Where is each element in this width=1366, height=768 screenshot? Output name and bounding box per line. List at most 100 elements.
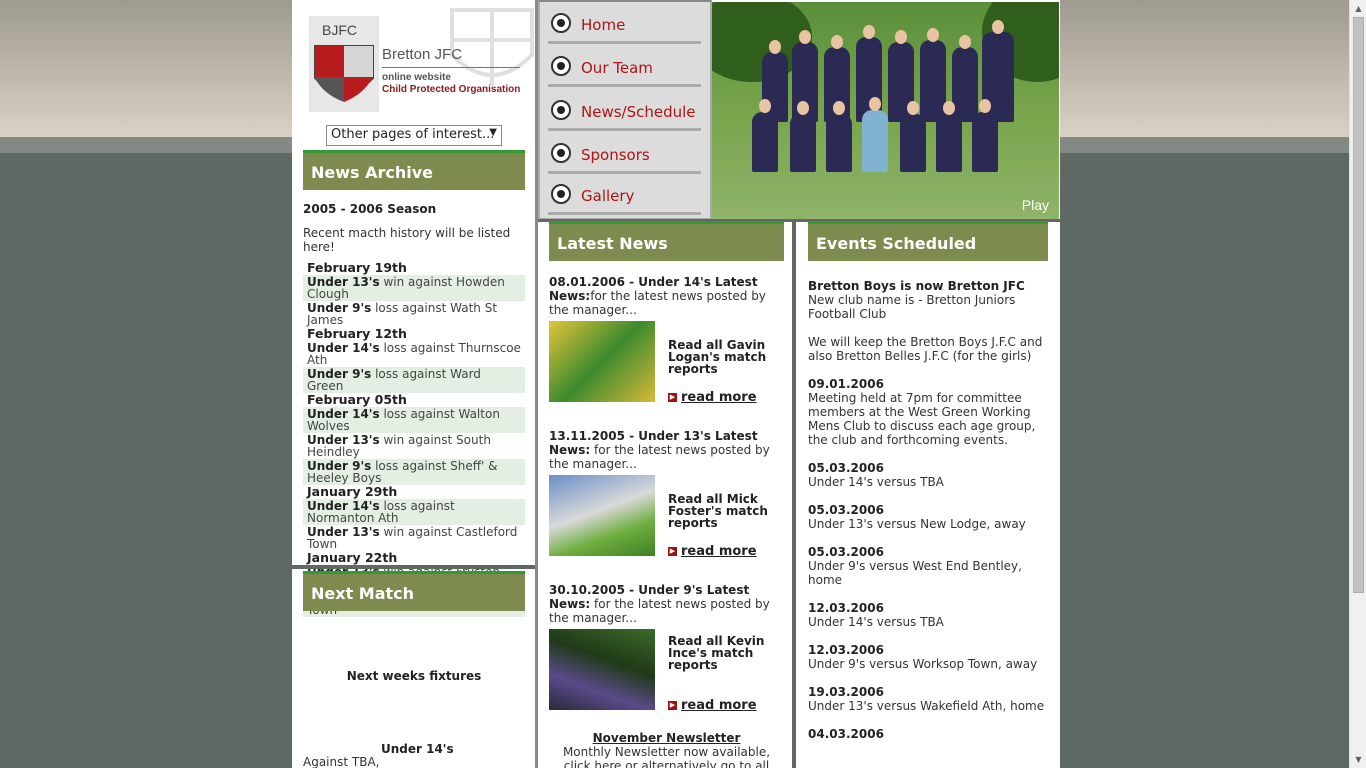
- event-text: Under 9's versus West End Bentley, home: [808, 559, 1022, 587]
- football-icon: [551, 184, 571, 204]
- news-summary: 08.01.2006 - Under 14's Latest News:for …: [549, 275, 784, 317]
- event-item: Bretton Boys is now Bretton JFC New club …: [808, 279, 1052, 363]
- nav-item-label: News/Schedule: [581, 103, 696, 121]
- nav-item-our-team[interactable]: Our Team: [548, 47, 701, 87]
- archive-date: February 05th: [307, 392, 407, 407]
- news-thumbnail-fans[interactable]: [549, 321, 655, 402]
- archive-season: 2005 - 2006 Season: [303, 202, 437, 216]
- photo-player: [752, 112, 778, 172]
- logo-divider: [382, 67, 520, 68]
- main-navigation: Home Our Team News/Schedule Sponsors Gal…: [538, 0, 712, 220]
- scrollbar-thumb[interactable]: [1353, 17, 1364, 593]
- vertical-scrollbar[interactable]: ▲ ▼: [1349, 0, 1366, 768]
- events-list: Bretton Boys is now Bretton JFC New club …: [808, 279, 1052, 755]
- nav-item-label: Gallery: [581, 187, 635, 205]
- nav-item-gallery[interactable]: Gallery: [548, 175, 701, 215]
- nav-item-sponsors[interactable]: Sponsors: [548, 134, 701, 174]
- logo-subtitle: online website: [382, 72, 451, 83]
- archive-result: Under 13's win against Howden Clough: [303, 275, 525, 301]
- arrow-right-icon: ▶: [668, 547, 677, 556]
- archive-result: Under 14's loss against Thurnscoe Ath: [303, 341, 525, 367]
- event-item: 09.01.2006 Meeting held at 7pm for commit…: [808, 377, 1052, 447]
- nav-item-news-schedule[interactable]: News/Schedule: [548, 91, 701, 131]
- football-icon: [551, 13, 571, 33]
- event-title: 04.03.2006: [808, 727, 884, 741]
- event-item: 19.03.2006 Under 13's versus Wakefield At…: [808, 685, 1052, 713]
- events-scheduled-heading: Events Scheduled: [808, 221, 1048, 261]
- news-summary: 30.10.2005 - Under 9's Latest News: for …: [549, 583, 784, 625]
- news-item: 13.11.2005 - Under 13's Latest News: for…: [549, 429, 784, 559]
- slideshow-play-label[interactable]: Play: [1022, 197, 1049, 213]
- archive-date: February 19th: [307, 260, 407, 275]
- archive-result: Under 14's loss against Normanton Ath: [303, 499, 525, 525]
- manager-reports-link[interactable]: Read all Gavin Logan's match reports: [668, 339, 778, 375]
- archive-intro: Recent macth history will be listed here…: [303, 226, 511, 254]
- manager-reports-link[interactable]: Read all Kevin Ince's match reports: [668, 635, 778, 671]
- event-title: 12.03.2006: [808, 601, 884, 615]
- nav-item-label: Our Team: [581, 59, 653, 77]
- newsletter-text: Monthly Newsletter now available, click …: [562, 745, 771, 768]
- other-pages-select[interactable]: Other pages of interest... ▼: [326, 125, 502, 146]
- latest-news-heading: Latest News: [549, 221, 784, 261]
- news-archive-heading: News Archive: [303, 150, 525, 190]
- event-text: Under 13's versus New Lodge, away: [808, 517, 1026, 531]
- nav-item-home[interactable]: Home: [548, 4, 701, 44]
- event-title: Bretton Boys is now Bretton JFC: [808, 279, 1025, 293]
- newsletter-link[interactable]: November Newsletter: [549, 731, 784, 745]
- news-thumbnail-goalkeeper[interactable]: [549, 629, 655, 710]
- photo-head: [927, 28, 939, 42]
- event-title: 05.03.2006: [808, 503, 884, 517]
- next-match-heading: Next Match: [303, 571, 525, 611]
- photo-player: [936, 114, 962, 172]
- photo-head: [863, 25, 875, 39]
- news-item: 30.10.2005 - Under 9's Latest News: for …: [549, 583, 784, 713]
- logo-tagline: Child Protected Organisation: [382, 84, 521, 95]
- event-text: Under 14's versus TBA: [808, 615, 944, 629]
- photo-player: [900, 114, 926, 172]
- photo-player: [790, 114, 816, 172]
- news-summary: 13.11.2005 - Under 13's Latest News: for…: [549, 429, 784, 471]
- read-more-link[interactable]: ▶ read more: [668, 544, 757, 559]
- photo-player: [972, 112, 998, 172]
- event-text: Under 14's versus TBA: [808, 475, 944, 489]
- event-item: 12.03.2006 Under 9's versus Worksop Town,…: [808, 643, 1052, 671]
- archive-result: Under 13's win against Castleford Town: [303, 525, 525, 551]
- read-more-link[interactable]: ▶ read more: [668, 390, 757, 405]
- event-item: 12.03.2006 Under 14's versus TBA: [808, 601, 1052, 629]
- read-more-label: read more: [681, 698, 757, 713]
- football-icon: [551, 143, 571, 163]
- next-fixtures-title: Next weeks fixtures: [346, 669, 482, 683]
- photo-head: [907, 101, 919, 115]
- photo-player: [920, 40, 946, 122]
- scroll-up-arrow-icon[interactable]: ▲: [1350, 0, 1366, 17]
- photo-head: [833, 101, 845, 115]
- photo-head: [959, 35, 971, 49]
- event-item: 05.03.2006 Under 14's versus TBA: [808, 461, 1052, 489]
- football-icon: [551, 100, 571, 120]
- photo-head: [759, 99, 771, 113]
- photo-head: [869, 97, 881, 111]
- archive-date: February 12th: [307, 326, 407, 341]
- event-text: New club name is - Bretton Juniors Footb…: [808, 293, 1043, 363]
- read-more-label: read more: [681, 544, 757, 559]
- next-match-opponent: Against TBA,: [303, 755, 380, 768]
- news-thumbnail-football-kick[interactable]: [549, 475, 655, 556]
- left-column-divider: [292, 565, 535, 569]
- photo-head: [943, 101, 955, 115]
- arrow-right-icon: ▶: [668, 393, 677, 402]
- nav-item-label: Sponsors: [581, 146, 650, 164]
- team-photo-slideshow[interactable]: Play: [712, 2, 1059, 219]
- read-more-link[interactable]: ▶ read more: [668, 698, 757, 713]
- photo-head: [799, 30, 811, 44]
- photo-head: [831, 35, 843, 49]
- manager-reports-link[interactable]: Read all Mick Foster's match reports: [668, 493, 778, 529]
- scroll-down-arrow-icon[interactable]: ▼: [1350, 751, 1366, 768]
- event-item: 05.03.2006 Under 13's versus New Lodge, a…: [808, 503, 1052, 531]
- photo-player: [826, 114, 852, 172]
- page-container: BJFC Bretton JFC online website Child Pr…: [292, 0, 1060, 768]
- column-separator: [535, 0, 538, 768]
- archive-date: January 22th: [307, 550, 398, 565]
- archive-result: Under 14's loss against Walton Wolves: [303, 407, 525, 433]
- read-more-label: read more: [681, 390, 757, 405]
- event-title: 12.03.2006: [808, 643, 884, 657]
